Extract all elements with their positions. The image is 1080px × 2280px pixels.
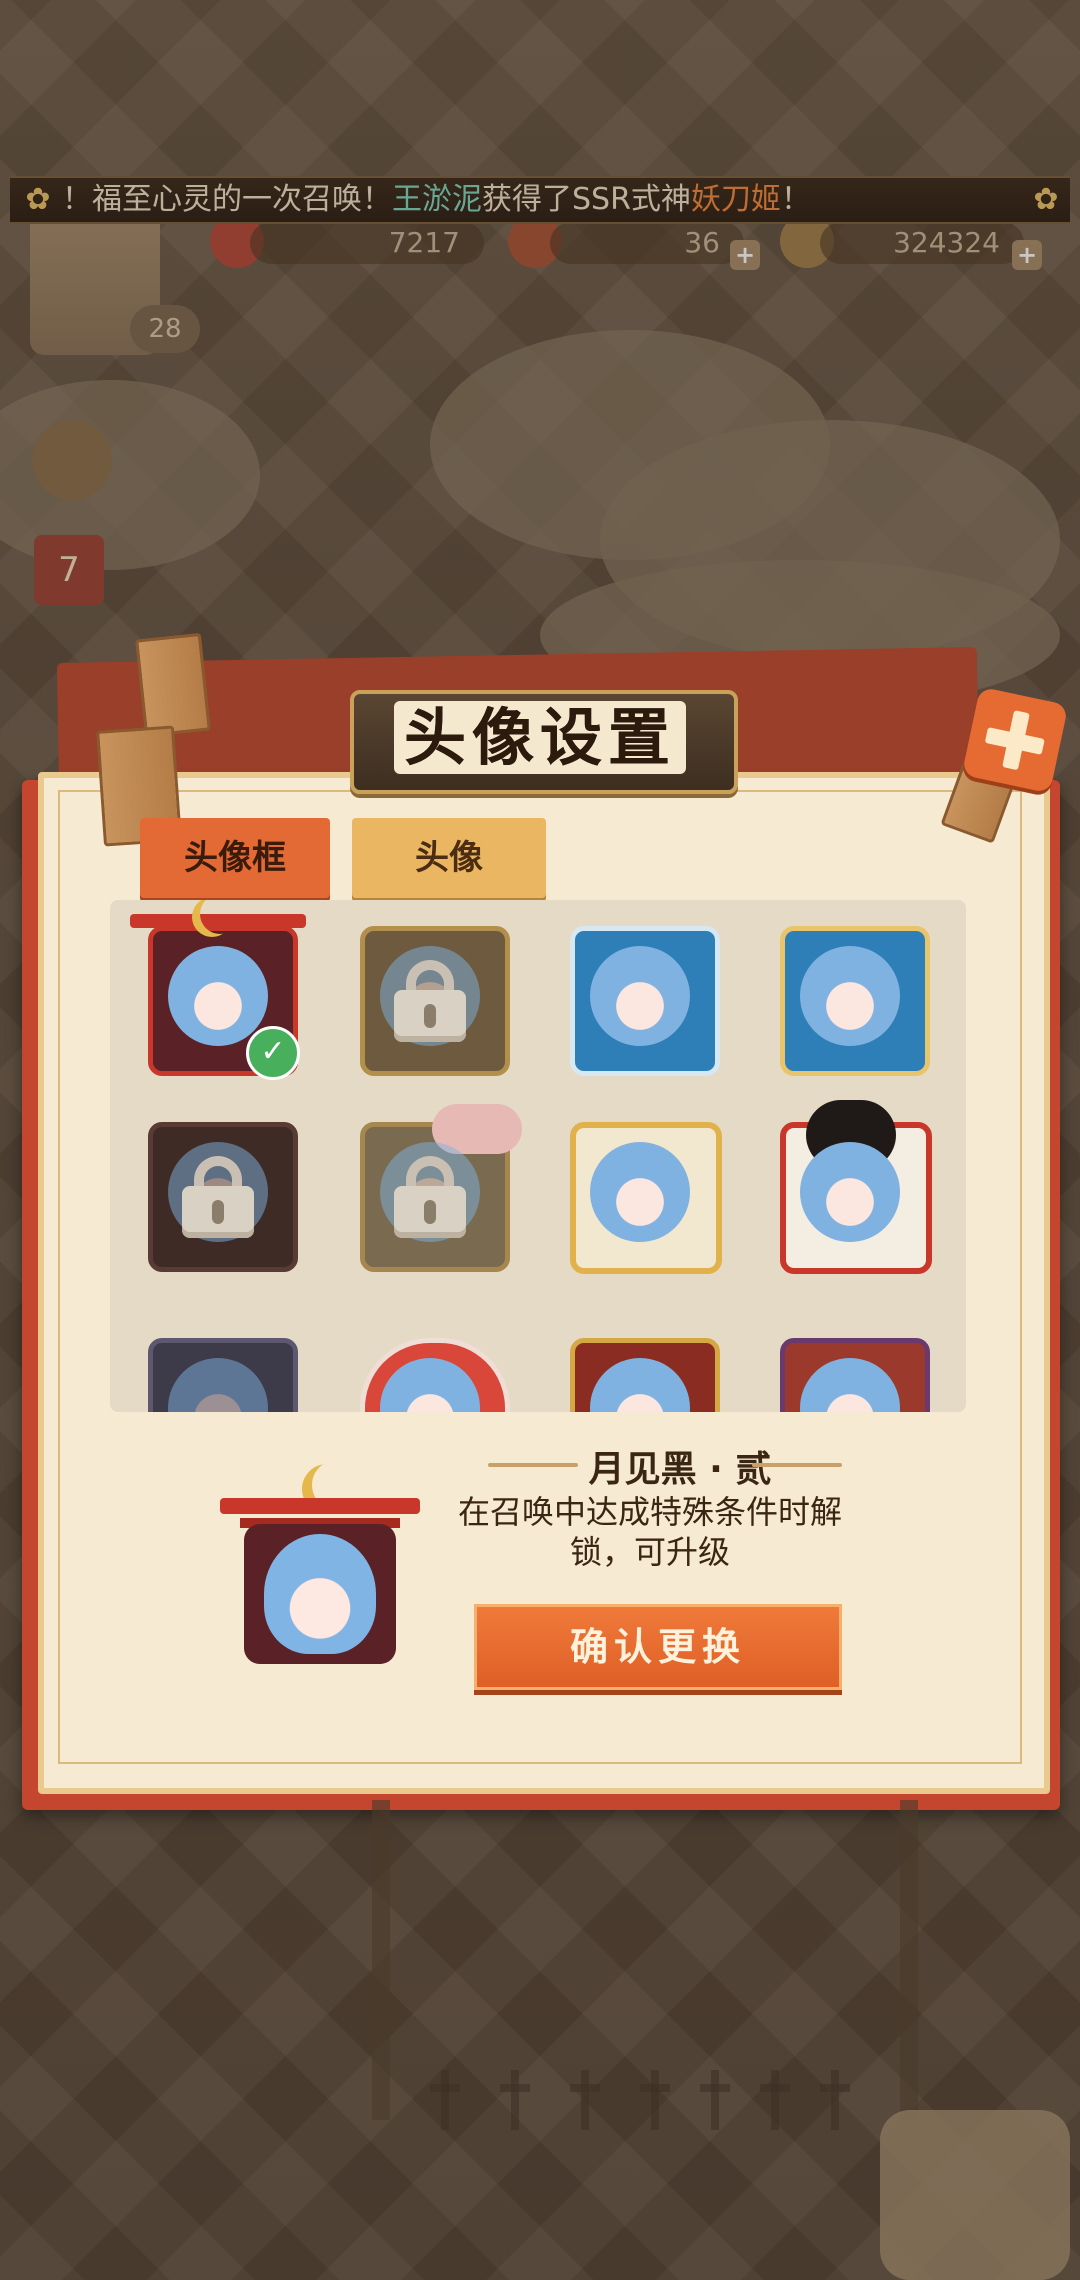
selected-frame-preview (220, 1460, 420, 1670)
dialog-title-text: 头像设置 (393, 701, 686, 774)
fence-post (430, 2070, 460, 2130)
tab-avatar-frame[interactable]: 头像框 (140, 818, 330, 898)
frame-item-selected[interactable]: ✓ (130, 908, 306, 1084)
fence-post (760, 2070, 790, 2130)
tab-avatar[interactable]: 头像 (352, 818, 546, 898)
avatar-face (168, 946, 268, 1046)
frame-item-gold[interactable] (552, 1104, 728, 1280)
lock-icon (390, 1156, 470, 1238)
fence-post (640, 2070, 670, 2130)
selected-frame-description: 在召唤中达成特殊条件时解锁，可升级 (457, 1493, 842, 1571)
avatar-face (264, 1534, 376, 1654)
fence-post (700, 2070, 730, 2130)
divider-ornament (752, 1463, 842, 1467)
lock-icon (178, 1156, 258, 1238)
path-decoration (900, 1800, 918, 2120)
frame-item-witch[interactable] (130, 1320, 306, 1412)
frame-item-samurai[interactable] (552, 1320, 728, 1412)
confirm-change-button[interactable]: 确认更换 (474, 1604, 842, 1690)
avatar-face (590, 946, 690, 1046)
frame-item-kumamon[interactable] (762, 1100, 938, 1280)
frame-item-daruma[interactable] (342, 1320, 518, 1412)
frame-item-locked[interactable] (130, 1104, 306, 1280)
avatar-face (800, 1142, 900, 1242)
torii-ornament (220, 1498, 420, 1514)
frame-grid[interactable]: ✓ (110, 900, 966, 1412)
frame-item-wave-gold[interactable] (762, 908, 938, 1084)
frame-item-locked[interactable] (342, 1104, 522, 1280)
dialog-title: 头像设置 (350, 690, 730, 786)
fence-post (500, 2070, 530, 2130)
check-icon: ✓ (246, 1026, 300, 1080)
frame-item-shrine[interactable] (762, 1320, 938, 1412)
frame-item-wave-silver[interactable] (552, 908, 728, 1084)
frame-item-locked[interactable] (342, 908, 518, 1084)
avatar-face (590, 1142, 690, 1242)
path-decoration (372, 1800, 390, 2120)
fence-post (570, 2070, 600, 2130)
fence-post (820, 2070, 850, 2130)
wood-tag-decoration (135, 632, 211, 738)
close-icon[interactable] (961, 686, 1069, 794)
lock-icon (390, 960, 470, 1042)
avatar-face (800, 946, 900, 1046)
character-chibi-icon[interactable] (880, 2110, 1070, 2280)
